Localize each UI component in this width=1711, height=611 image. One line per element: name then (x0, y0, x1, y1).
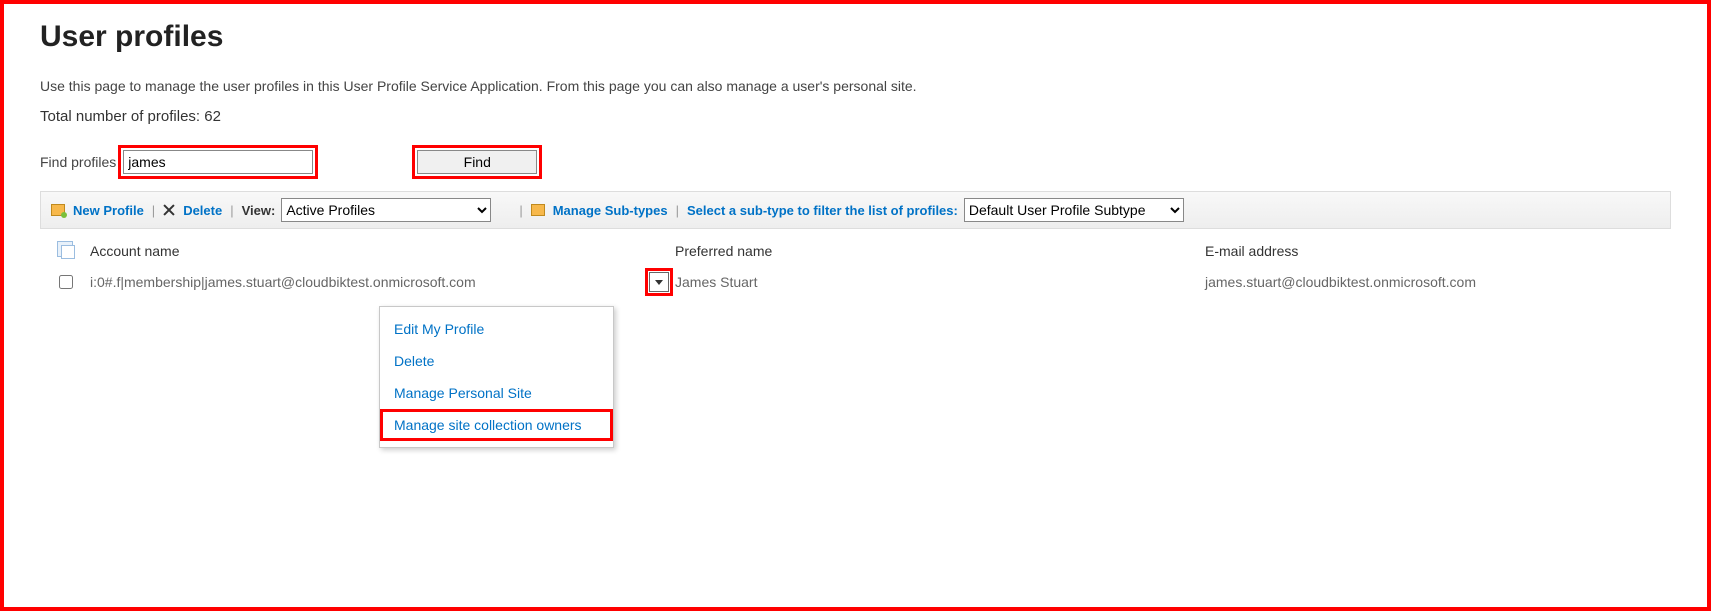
new-profile-icon (51, 204, 65, 216)
menu-delete[interactable]: Delete (380, 345, 613, 377)
cell-account-name: i:0#.f|membership|james.stuart@cloudbikt… (90, 274, 645, 290)
menu-edit-profile[interactable]: Edit My Profile (380, 313, 613, 345)
separator: | (676, 203, 679, 218)
grid-header: Account name Preferred name E-mail addre… (40, 235, 1671, 266)
row-actions-dropdown[interactable] (649, 272, 669, 292)
chevron-down-icon (655, 280, 663, 285)
row-context-menu: Edit My Profile Delete Manage Personal S… (379, 306, 614, 448)
find-input[interactable] (123, 150, 313, 174)
column-email: E-mail address (1205, 243, 1671, 259)
find-label: Find profiles (40, 154, 116, 170)
find-profiles-row: Find profiles Find (40, 145, 1671, 179)
delete-icon (163, 204, 175, 216)
row-checkbox[interactable] (59, 275, 73, 289)
separator: | (230, 203, 233, 218)
total-profiles: Total number of profiles: 62 (40, 108, 1671, 125)
table-row: i:0#.f|membership|james.stuart@cloudbikt… (40, 266, 1671, 298)
subtype-select[interactable]: Default User Profile Subtype (964, 198, 1184, 222)
view-select[interactable]: Active Profiles (281, 198, 491, 222)
cell-email: james.stuart@cloudbiktest.onmicrosoft.co… (1205, 274, 1671, 290)
new-profile-link[interactable]: New Profile (73, 203, 144, 218)
manage-subtypes-link[interactable]: Manage Sub-types (553, 203, 668, 218)
view-label: View: (242, 203, 276, 218)
column-preferred-name: Preferred name (675, 243, 1205, 259)
select-all-icon[interactable] (57, 241, 73, 257)
manage-subtypes-icon (531, 204, 545, 216)
highlight-dropdown (645, 268, 673, 296)
separator: | (152, 203, 155, 218)
highlight-find-button: Find (412, 145, 542, 179)
page-description: Use this page to manage the user profile… (40, 78, 1671, 94)
column-account-name: Account name (90, 243, 645, 259)
results-grid: Account name Preferred name E-mail addre… (40, 235, 1671, 298)
highlight-search-input (118, 145, 318, 179)
separator: | (519, 203, 522, 218)
toolbar: New Profile | Delete | View: Active Prof… (40, 191, 1671, 229)
find-button[interactable]: Find (417, 150, 537, 174)
menu-manage-personal-site[interactable]: Manage Personal Site (380, 377, 613, 409)
cell-preferred-name: James Stuart (675, 274, 1205, 290)
page-title: User profiles (40, 20, 1671, 54)
delete-link[interactable]: Delete (183, 203, 222, 218)
subtype-filter-prompt: Select a sub-type to filter the list of … (687, 203, 958, 218)
menu-manage-site-collection-owners[interactable]: Manage site collection owners (380, 409, 613, 441)
